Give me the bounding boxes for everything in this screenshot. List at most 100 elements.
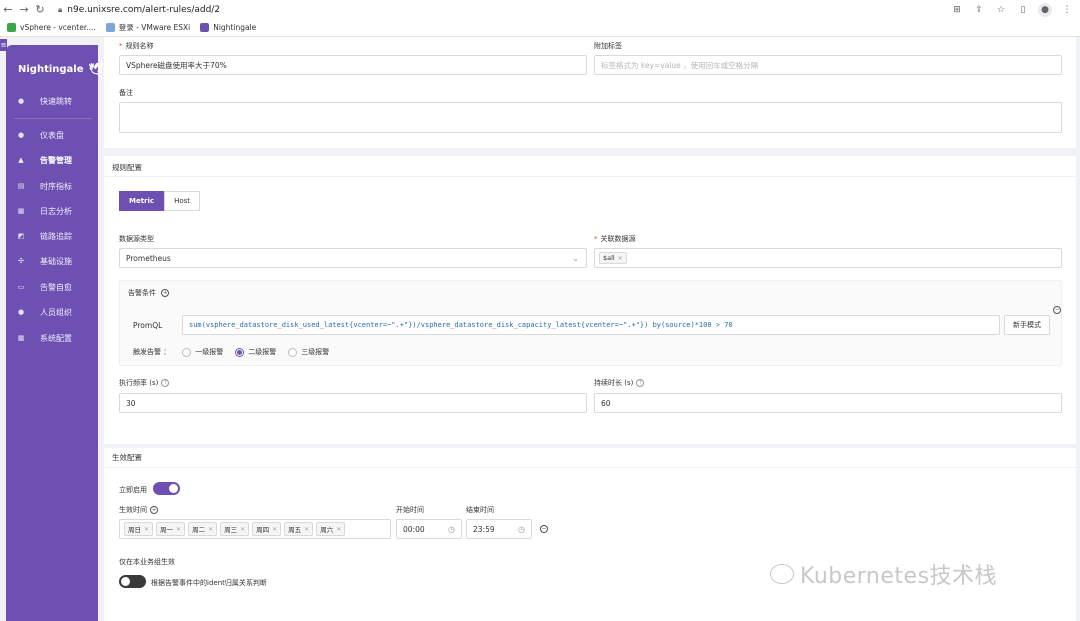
end-time-label: 结束时间 [466, 506, 494, 514]
enable-label: 立即启用 [119, 486, 147, 494]
close-icon[interactable]: × [144, 526, 149, 533]
bird-icon: 🕊︎ [88, 62, 104, 76]
close-icon[interactable]: × [304, 526, 309, 533]
sidebar-item-self-heal[interactable]: ▭ 告警自愈 [16, 280, 96, 294]
duration-input[interactable]: 60 [594, 393, 1062, 413]
url-text[interactable]: n9e.unixsre.com/alert-rules/add/2 [67, 5, 220, 15]
add-time-icon[interactable]: + [150, 506, 158, 514]
bookmark-vsphere[interactable]: vSphere - vcenter.... [7, 23, 96, 32]
help-icon: ? [161, 379, 170, 387]
alert-condition-panel: 告警条件 + PromQL sum(vsphere_datastore_disk… [119, 280, 1062, 366]
wechat-icon [770, 564, 794, 584]
promql-input[interactable]: sum(vsphere_datastore_disk_used_latest{v… [182, 315, 1000, 335]
datasource-type-select[interactable]: Prometheus ⌄ [119, 248, 587, 268]
required-mark: * [119, 42, 123, 50]
sidebar-item-users[interactable]: ● 人员组织 [16, 305, 96, 319]
biz-only-desc: 根据告警事件中的ident归属关系判断 [151, 579, 267, 587]
address-bar[interactable]: 🔒︎ n9e.unixsre.com/alert-rules/add/2 [58, 5, 220, 15]
linked-datasource-label: * 关联数据源 [594, 235, 636, 243]
novice-mode-button[interactable]: 新手模式 [1004, 315, 1050, 335]
duration-label: 持续时长 (s)? [594, 378, 645, 388]
frequency-input[interactable]: 30 [119, 393, 587, 413]
remove-time-icon[interactable]: − [540, 525, 548, 533]
lock-icon: 🔒︎ [58, 4, 63, 14]
brand-logo[interactable]: Nightingale 🕊︎ [18, 62, 104, 76]
remove-condition-icon[interactable]: − [1053, 306, 1061, 314]
rule-name-label: * 规则名称 [119, 42, 154, 50]
day-tag: 周六 × [316, 522, 346, 536]
sidebar-item-tracing[interactable]: ◩ 链路追踪 [16, 229, 96, 243]
profile-icon[interactable]: ● [1038, 2, 1052, 17]
level-2-radio[interactable]: 二级报警 [235, 347, 276, 357]
section-divider [104, 176, 1076, 177]
help-icon: ? [636, 379, 645, 387]
chevron-down-icon: ⌄ [572, 253, 579, 263]
sidebar-divider [14, 118, 92, 119]
side-panel-icon[interactable]: ▯ [1016, 3, 1030, 17]
reload-icon[interactable]: ↻ [32, 3, 48, 16]
biz-only-label: 仅在本业务组生效 [119, 558, 175, 566]
star-icon[interactable]: ☆ [994, 3, 1008, 17]
nightingale-icon [200, 23, 210, 32]
radio-dot [182, 347, 192, 357]
rule-type-tabs: Metric Host [119, 191, 201, 211]
clock-icon: ◷ [448, 524, 455, 534]
day-tag: 周四 × [252, 522, 282, 536]
search-icon: ● [17, 97, 25, 105]
clock-icon: ◷ [518, 524, 525, 534]
translate-icon[interactable]: ⊞ [950, 3, 964, 17]
close-icon[interactable]: × [336, 526, 341, 533]
days-select[interactable]: 周日 × 周一 × 周二 × 周三 × 周四 × 周五 × 周六 × [119, 519, 391, 539]
sidebar-item-settings[interactable]: ▦ 系统配置 [16, 331, 96, 345]
sidebar-item-dashboard[interactable]: ● 仪表盘 [16, 128, 96, 142]
heal-icon: ▭ [17, 283, 25, 291]
start-time-input[interactable]: 00:00 ◷ [396, 519, 462, 539]
esxi-icon [105, 23, 115, 32]
basic-info-card: * 规则名称 VSphere磁盘使用率大于70% 附加标签 标签格式为 key=v… [104, 37, 1076, 148]
end-time-input[interactable]: 23:59 ◷ [466, 519, 532, 539]
bookmarks-bar: vSphere - vcenter.... 登录 - VMware ESXi N… [0, 19, 1080, 37]
level-3-radio[interactable]: 三级报警 [288, 347, 329, 357]
chart-icon: ▤ [17, 182, 25, 190]
sidebar-item-alerts[interactable]: ▲ 告警管理 [16, 153, 96, 167]
toggle-knob [121, 577, 130, 586]
add-condition-icon[interactable]: + [161, 289, 170, 297]
rule-name-input[interactable]: VSphere磁盘使用率大于70% [119, 55, 587, 75]
log-icon: ▦ [17, 207, 25, 215]
biz-only-toggle[interactable] [119, 575, 146, 588]
bookmark-esxi[interactable]: 登录 - VMware ESXi [105, 22, 190, 33]
radio-dot [288, 347, 298, 357]
level-1-radio[interactable]: 一级报警 [182, 347, 223, 357]
bookmark-nightingale[interactable]: Nightingale [200, 23, 256, 32]
forward-icon[interactable]: → [16, 3, 32, 16]
back-icon[interactable]: ← [0, 3, 16, 16]
share-icon[interactable]: ⇪ [972, 3, 986, 17]
sidebar-item-quick-jump[interactable]: ● 快速跳转 [16, 94, 96, 108]
close-icon[interactable]: × [240, 526, 245, 533]
extra-tags-input[interactable]: 标签格式为 key=value ，使用回车或空格分隔 [594, 55, 1062, 75]
main-content: * 规则名称 VSphere磁盘使用率大于70% 附加标签 标签格式为 key=v… [104, 37, 1076, 621]
close-icon[interactable]: × [176, 526, 181, 533]
infra-icon: ✣ [18, 257, 24, 265]
rule-config-card: 规则配置 Metric Host 数据源类型 Prometheus ⌄ * 关联数… [104, 156, 1076, 444]
vsphere-icon [7, 23, 16, 32]
sidebar-item-infra[interactable]: ✣ 基础设施 [16, 254, 96, 268]
section-divider [104, 467, 1076, 468]
note-textarea[interactable] [119, 102, 1062, 133]
trigger-label: 触发告警 ： [133, 348, 171, 356]
sidebar-item-metrics[interactable]: ▤ 时序指标 [16, 179, 96, 193]
linked-datasource-select[interactable]: $all × [594, 248, 1062, 268]
watermark: Kubernetes技术栈 [770, 558, 997, 590]
close-icon[interactable]: × [618, 255, 623, 262]
trigger-level-group: 触发告警 ： 一级报警 二级报警 三级报警 [133, 347, 329, 357]
day-tag: 周三 × [220, 522, 250, 536]
tab-metric[interactable]: Metric [119, 191, 165, 211]
enable-toggle[interactable] [153, 482, 180, 495]
day-tag: 周二 × [188, 522, 218, 536]
close-icon[interactable]: × [208, 526, 213, 533]
sidebar-item-logs[interactable]: ▦ 日志分析 [16, 204, 96, 218]
tab-host[interactable]: Host [164, 191, 201, 211]
extra-tags-label: 附加标签 [594, 42, 622, 50]
close-icon[interactable]: × [272, 526, 277, 533]
menu-icon[interactable]: ⋮ [1060, 3, 1074, 17]
